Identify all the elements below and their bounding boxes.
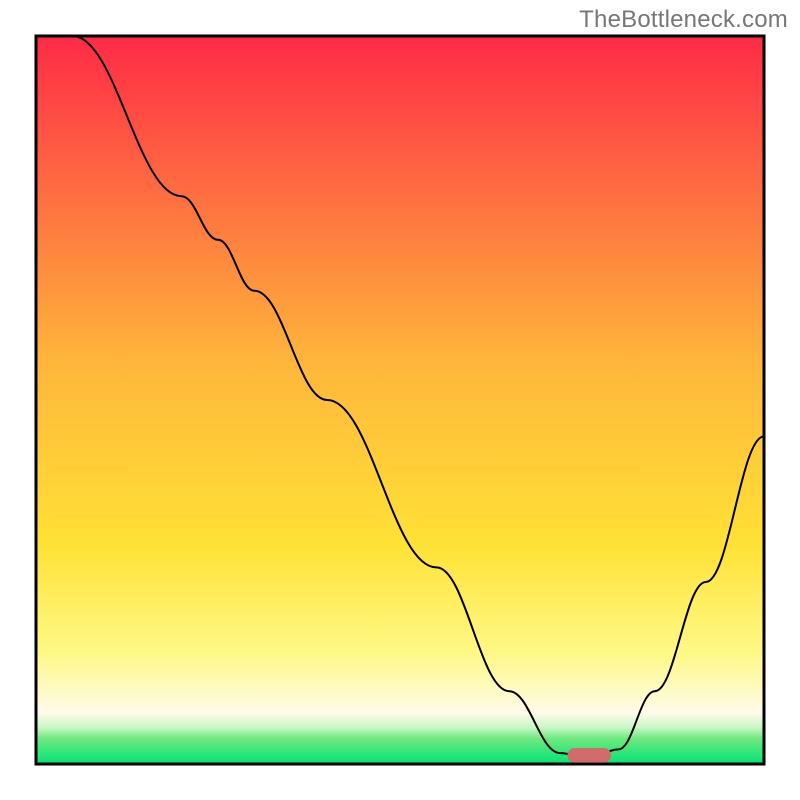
chart-container: TheBottleneck.com xyxy=(0,0,800,800)
bottleneck-chart xyxy=(0,0,800,800)
plot-gradient-bg xyxy=(36,36,764,764)
watermark-text: TheBottleneck.com xyxy=(579,6,788,34)
optimal-region-marker xyxy=(567,748,611,763)
